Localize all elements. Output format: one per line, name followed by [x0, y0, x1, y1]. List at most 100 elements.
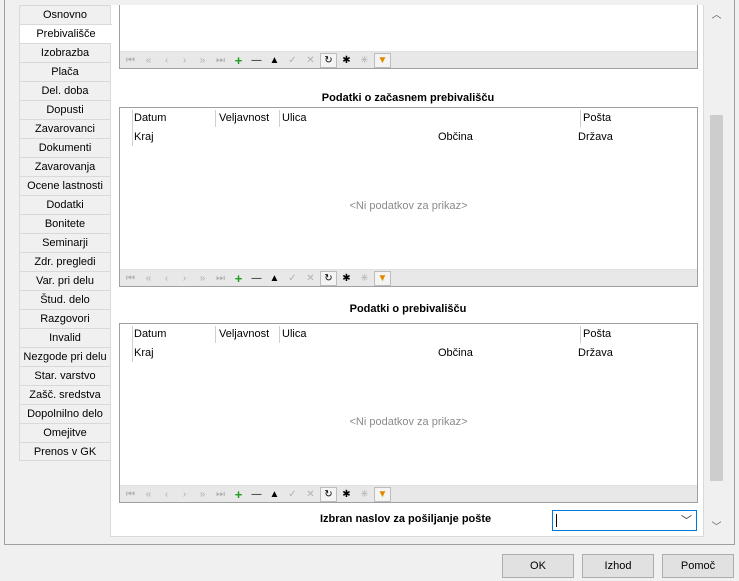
vertical-scrollbar[interactable]: ︿ ﹀ [706, 5, 727, 538]
refresh-icon[interactable]: ↻ [320, 52, 337, 68]
prev-page-icon[interactable]: « [140, 487, 157, 502]
permanent-residence-title: Podatki o prebivališču [349, 303, 467, 315]
prev-page-icon[interactable]: « [140, 53, 157, 68]
last-icon[interactable]: ⏭ [212, 271, 229, 286]
col-posta[interactable]: Pošta [583, 328, 611, 340]
tab-dokumenti[interactable]: Dokumenti [19, 138, 111, 157]
col-datum[interactable]: Datum [134, 112, 166, 124]
tab-razgovori[interactable]: Razgovori [19, 309, 111, 328]
next-page-icon[interactable]: » [194, 271, 211, 286]
select-all-icon[interactable]: ✱ [338, 487, 355, 502]
col-kraj[interactable]: Kraj [134, 131, 154, 143]
post-icon[interactable]: ▲ [266, 271, 283, 286]
add-icon[interactable]: + [230, 53, 247, 68]
next-icon[interactable]: › [176, 487, 193, 502]
edit-icon[interactable]: ✓ [284, 487, 301, 502]
col-ulica[interactable]: Ulica [282, 112, 306, 124]
cancel-icon[interactable]: ✕ [302, 53, 319, 68]
delete-icon[interactable]: — [248, 487, 265, 502]
col-obcina[interactable]: Občina [438, 347, 473, 359]
next-page-icon[interactable]: » [194, 53, 211, 68]
prev-page-icon[interactable]: « [140, 271, 157, 286]
tab-zavarovanci[interactable]: Zavarovanci [19, 119, 111, 138]
first-icon[interactable]: ⏮ [122, 53, 139, 68]
col-drzava[interactable]: Država [578, 347, 613, 359]
tab-ocene-lastnosti[interactable]: Ocene lastnosti [19, 176, 111, 195]
tab-omejitve[interactable]: Omejitve [19, 423, 111, 442]
tab-zdr-pregledi[interactable]: Zdr. pregledi [19, 252, 111, 271]
tab-bonitete[interactable]: Bonitete [19, 214, 111, 233]
temporary-residence-grid[interactable]: Datum Veljavnost Ulica Pošta Kraj Občina… [119, 107, 698, 287]
last-icon[interactable]: ⏭ [212, 53, 229, 68]
exit-button[interactable]: Izhod [582, 554, 654, 578]
tab-zavarovanja[interactable]: Zavarovanja [19, 157, 111, 176]
tab-zasc-sredstva[interactable]: Zašč. sredstva [19, 385, 111, 404]
tab-nezgode-pri-delu[interactable]: Nezgode pri delu [19, 347, 111, 366]
refresh-icon[interactable]: ↻ [320, 270, 337, 286]
edit-icon[interactable]: ✓ [284, 53, 301, 68]
add-icon[interactable]: + [230, 487, 247, 502]
filter-icon[interactable]: ▼ [374, 52, 391, 68]
scroll-thumb[interactable] [710, 115, 723, 481]
edit-icon[interactable]: ✓ [284, 271, 301, 286]
tab-dopolnilno-delo[interactable]: Dopolnilno delo [19, 404, 111, 423]
col-kraj[interactable]: Kraj [134, 347, 154, 359]
tab-var-pri-delu[interactable]: Var. pri delu [19, 271, 111, 290]
post-icon[interactable]: ▲ [266, 487, 283, 502]
clear-icon[interactable]: ✳ [356, 53, 373, 68]
first-icon[interactable]: ⏮ [122, 487, 139, 502]
text-caret [556, 514, 557, 527]
tab-seminarji[interactable]: Seminarji [19, 233, 111, 252]
col-posta[interactable]: Pošta [583, 112, 611, 124]
tab-prebivalisce[interactable]: Prebivališče [19, 24, 112, 43]
col-obcina[interactable]: Občina [438, 131, 473, 143]
cancel-icon[interactable]: ✕ [302, 487, 319, 502]
tab-dopusti[interactable]: Dopusti [19, 100, 111, 119]
clear-icon[interactable]: ✳ [356, 487, 373, 502]
tab-invalid[interactable]: Invalid [19, 328, 111, 347]
tab-prenos-v-gk[interactable]: Prenos v GK [19, 442, 111, 461]
next-page-icon[interactable]: » [194, 487, 211, 502]
scroll-up-icon[interactable]: ︿ [706, 7, 727, 24]
tab-osnovno[interactable]: Osnovno [19, 5, 111, 24]
tab-del-doba[interactable]: Del. doba [19, 81, 111, 100]
tab-stud-delo[interactable]: Štud. delo [19, 290, 111, 309]
first-icon[interactable]: ⏮ [122, 271, 139, 286]
chevron-down-icon[interactable]: ﹀ [681, 512, 692, 528]
tab-star-varstvo[interactable]: Star. varstvo [19, 366, 111, 385]
next-icon[interactable]: › [176, 271, 193, 286]
tab-content-panel: ⏮ « ‹ › » ⏭ + — ▲ ✓ ✕ ↻ ✱ ✳ ▼ Podatki o … [110, 5, 704, 537]
prev-icon[interactable]: ‹ [158, 271, 175, 286]
col-veljavnost[interactable]: Veljavnost [219, 328, 269, 340]
col-ulica[interactable]: Ulica [282, 328, 306, 340]
scroll-down-icon[interactable]: ﹀ [706, 519, 727, 536]
empty-message: <Ni podatkov za prikaz> [349, 416, 468, 428]
empty-message: <Ni podatkov za prikaz> [349, 200, 468, 212]
last-icon[interactable]: ⏭ [212, 487, 229, 502]
delete-icon[interactable]: — [248, 271, 265, 286]
permanent-residence-grid[interactable]: Datum Veljavnost Ulica Pošta Kraj Občina… [119, 323, 698, 503]
select-all-icon[interactable]: ✱ [338, 271, 355, 286]
tab-izobrazba[interactable]: Izobrazba [19, 43, 111, 62]
delete-icon[interactable]: — [248, 53, 265, 68]
help-button[interactable]: Pomoč [662, 554, 734, 578]
prev-icon[interactable]: ‹ [158, 53, 175, 68]
filter-icon[interactable]: ▼ [374, 486, 391, 502]
clear-icon[interactable]: ✳ [356, 271, 373, 286]
prev-icon[interactable]: ‹ [158, 487, 175, 502]
tab-dodatki[interactable]: Dodatki [19, 195, 111, 214]
select-all-icon[interactable]: ✱ [338, 53, 355, 68]
col-veljavnost[interactable]: Veljavnost [219, 112, 269, 124]
cancel-icon[interactable]: ✕ [302, 271, 319, 286]
filter-icon[interactable]: ▼ [374, 270, 391, 286]
ok-button[interactable]: OK [502, 554, 574, 578]
add-icon[interactable]: + [230, 271, 247, 286]
mailing-address-select[interactable]: ﹀ [552, 510, 697, 531]
post-icon[interactable]: ▲ [266, 53, 283, 68]
upper-grid[interactable]: ⏮ « ‹ › » ⏭ + — ▲ ✓ ✕ ↻ ✱ ✳ ▼ [119, 5, 698, 69]
refresh-icon[interactable]: ↻ [320, 486, 337, 502]
col-datum[interactable]: Datum [134, 328, 166, 340]
col-drzava[interactable]: Država [578, 131, 613, 143]
next-icon[interactable]: › [176, 53, 193, 68]
tab-placa[interactable]: Plača [19, 62, 111, 81]
